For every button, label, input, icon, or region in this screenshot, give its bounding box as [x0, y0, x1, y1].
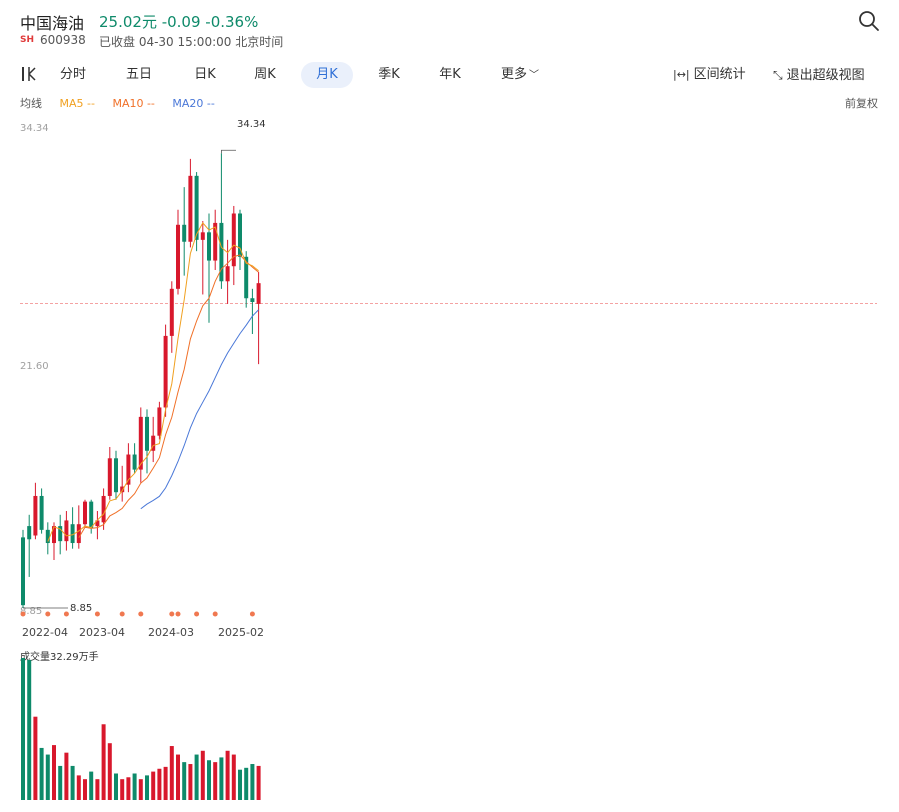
volume-bar [107, 743, 112, 800]
candle-body [33, 495, 38, 536]
candle-body [188, 175, 193, 242]
candle-body [163, 335, 168, 408]
volume-bar [138, 779, 143, 800]
event-marker-icon [63, 611, 69, 617]
candle-body [64, 520, 69, 542]
candle-body [52, 526, 56, 544]
volume-bar [83, 779, 87, 800]
candle-body [39, 495, 44, 530]
volume-bar [151, 771, 156, 800]
volume-bar [126, 777, 131, 800]
volume-bar [132, 773, 137, 800]
candle-body [107, 458, 112, 496]
candle-body [76, 524, 81, 544]
volume-bar [188, 764, 193, 800]
volume-bar [250, 764, 255, 800]
candle-body [194, 175, 199, 240]
volume-bar [21, 658, 25, 800]
volume-bar [64, 752, 69, 800]
volume-bar [238, 769, 242, 800]
event-marker-icon [94, 611, 100, 617]
volume-bar [163, 766, 168, 800]
volume-bar [176, 754, 180, 800]
candle-body [256, 283, 261, 304]
candle-body [145, 416, 149, 451]
volume-bar [169, 746, 174, 800]
volume-bar [219, 757, 224, 800]
candle-body [21, 537, 25, 606]
event-marker-icon [212, 611, 218, 617]
candle-body [27, 526, 32, 540]
event-marker-icon [138, 611, 144, 617]
volume-bar [207, 760, 211, 800]
volume-bar [39, 747, 44, 800]
volume-bar [33, 716, 38, 800]
candle-body [250, 298, 255, 302]
volume-bar [45, 754, 50, 800]
candle-body [182, 224, 187, 242]
volume-bar [256, 765, 261, 800]
candle-body [200, 232, 205, 240]
volume-bar [101, 724, 106, 800]
event-marker-icon [169, 611, 175, 617]
candle-body [132, 454, 137, 470]
volume-bar [194, 754, 199, 800]
volume-bar [70, 765, 75, 800]
volume-bar [114, 773, 118, 800]
candle-body [101, 495, 106, 523]
volume-bar [58, 765, 63, 800]
event-marker-icon [249, 611, 255, 617]
candle-body [114, 458, 118, 493]
high-leader-line [220, 149, 236, 154]
volume-bar [145, 775, 149, 800]
volume-bar [95, 779, 100, 800]
volume-bar [52, 745, 56, 800]
volume-bar [157, 768, 162, 800]
candle-body [176, 224, 180, 289]
volume-bar [89, 771, 94, 800]
candle-body [169, 288, 174, 336]
event-marker-icon [119, 611, 125, 617]
candle-body [207, 232, 211, 261]
candle-body [225, 266, 230, 282]
candle-body [83, 501, 87, 525]
event-marker-icon [45, 611, 51, 617]
volume-bar [182, 762, 187, 800]
candle-body [89, 501, 94, 528]
volume-bar [27, 659, 32, 800]
volume-bar [213, 762, 218, 800]
event-marker-icon [194, 611, 200, 617]
volume-bar [120, 779, 125, 800]
volume-bar [231, 754, 236, 800]
kline-chart[interactable] [0, 0, 899, 812]
volume-bar [225, 750, 230, 800]
volume-bar [244, 767, 249, 800]
volume-bar [76, 775, 81, 800]
candle-body [157, 407, 162, 436]
event-marker-icon [20, 611, 26, 617]
event-marker-icon [175, 611, 181, 617]
volume-bar [200, 750, 205, 800]
